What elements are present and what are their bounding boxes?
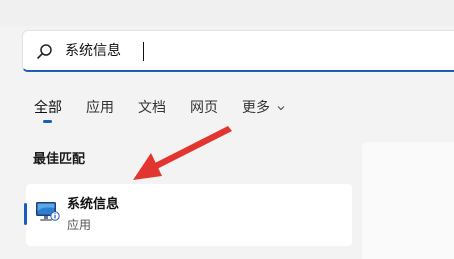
tab-documents[interactable]: 文档 [138,98,166,118]
tab-apps[interactable]: 应用 [86,98,114,118]
search-icon [37,44,52,59]
result-app-type: 应用 [67,218,92,232]
search-input[interactable]: 系统信息 [22,30,454,72]
best-match-result[interactable] [26,184,352,246]
tab-web[interactable]: 网页 [190,98,218,118]
tab-more-label: 更多 [242,100,270,116]
tab-all[interactable]: 全部 [34,98,62,118]
preview-pane [362,142,454,259]
search-query[interactable]: 系统信息 [65,41,121,61]
chevron-down-icon [278,106,285,111]
active-tab-indicator [43,120,52,123]
result-app-name: 系统信息 [67,197,120,212]
top-strip [0,0,454,26]
selection-accent [24,203,27,225]
filter-tabs: 全部 应用 文档 网页 更多 [34,96,310,120]
text-caret [143,42,144,61]
tab-more[interactable]: 更多 [242,98,286,118]
system-information-icon [36,202,60,221]
best-match-heading: 最佳匹配 [33,152,86,167]
